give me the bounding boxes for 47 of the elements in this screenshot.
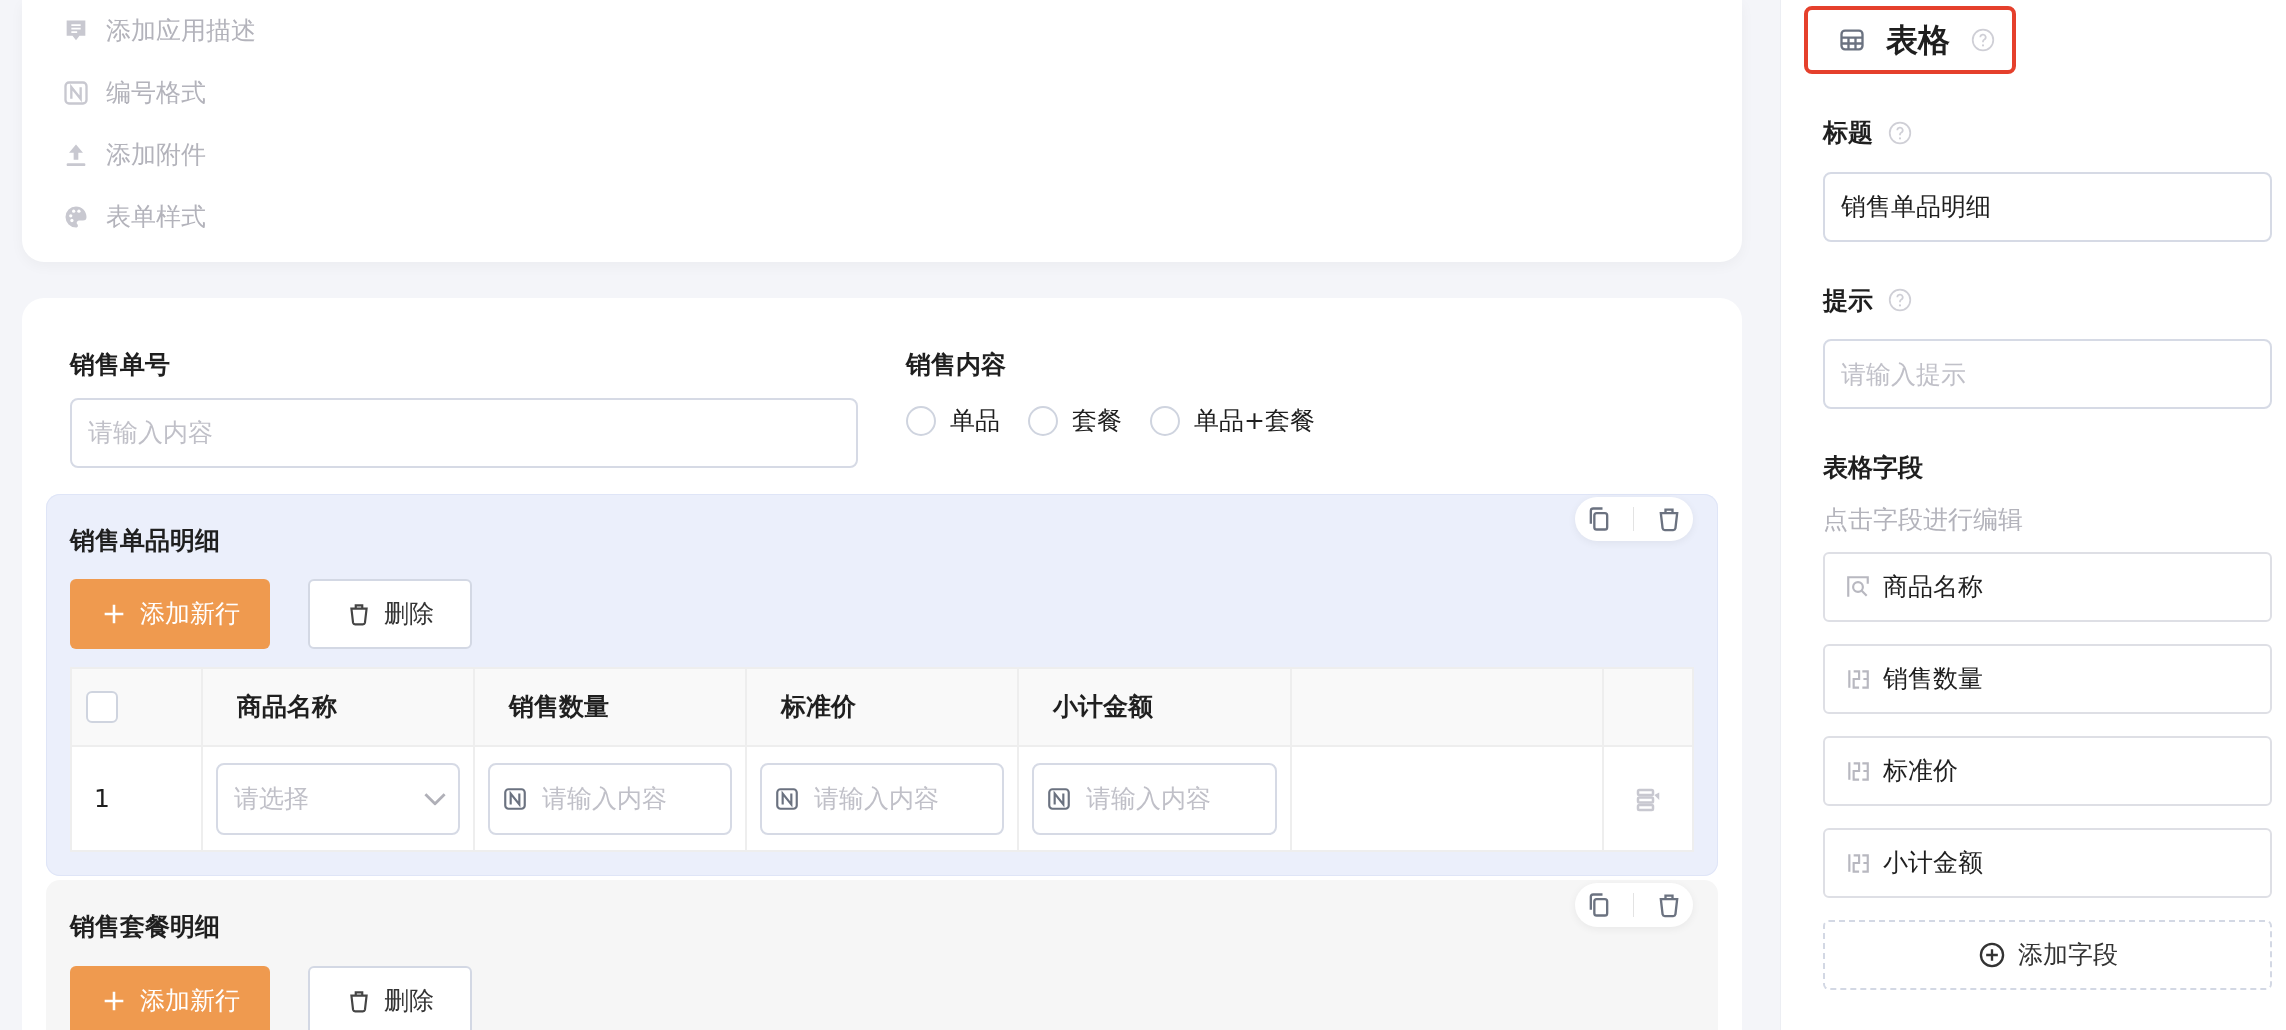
radio-button[interactable] — [906, 405, 936, 436]
search-field-icon — [1845, 574, 1871, 600]
radio-label: 单品 — [950, 404, 1000, 437]
column-header: 商品名称 — [237, 692, 337, 722]
help-icon[interactable] — [1970, 27, 1996, 53]
row-number: 1 — [94, 783, 110, 813]
chevron-down-icon — [424, 792, 446, 805]
field-label: 提示 — [1823, 284, 1873, 317]
radio-button[interactable] — [1150, 405, 1180, 436]
hint-text: 点击字段进行编辑 — [1823, 503, 2024, 536]
radio-label: 单品+套餐 — [1194, 404, 1315, 437]
column-header: 小计金额 — [1053, 692, 1153, 722]
help-icon[interactable] — [1887, 287, 1913, 314]
subtable-title: 销售单品明细 — [70, 524, 221, 557]
select-field[interactable]: 请选择 — [216, 762, 460, 835]
input-field[interactable]: 请输入提示 — [1823, 339, 2272, 409]
field-item[interactable]: 销售数量 — [1823, 644, 2272, 714]
input-field[interactable]: 请输入内容 — [70, 397, 858, 468]
input-field[interactable]: 请输入内容 — [488, 762, 732, 835]
subtable-panel[interactable]: 销售单品明细 添加新行 删除 商品名称 销售数量 标准价 小计金额 1 请选择 请输入内容 请输入内容 请输入内容 — [46, 493, 1718, 876]
checkbox[interactable] — [86, 691, 118, 723]
field-item[interactable]: 标准价 — [1823, 736, 2272, 806]
add-field-button[interactable]: 添加字段 — [1823, 920, 2272, 990]
delete-button[interactable]: 删除 — [307, 579, 472, 649]
field-label: 销售单号 — [70, 349, 171, 381]
section-title: 表格字段 — [1823, 452, 1923, 484]
letter-square-icon — [62, 79, 90, 107]
subtable-panel[interactable]: 销售套餐明细 添加新行 删除 — [46, 880, 1718, 1030]
help-icon[interactable] — [1887, 119, 1913, 146]
subtable-title: 销售套餐明细 — [70, 911, 221, 943]
field-label: 标题 — [1823, 117, 1873, 149]
letter-square-icon — [1046, 785, 1072, 812]
letter-square-icon — [502, 785, 528, 812]
column-header: 销售数量 — [509, 692, 609, 722]
panel-title: 表格 — [1886, 20, 1950, 61]
input-field[interactable]: 请输入内容 — [1032, 762, 1277, 835]
delete-button[interactable]: 删除 — [307, 965, 472, 1030]
letter-square-icon — [774, 785, 800, 812]
radio-label: 套餐 — [1072, 404, 1122, 437]
input-field[interactable]: 请输入内容 — [760, 762, 1004, 835]
input-field[interactable]: 销售单品明细 — [1823, 171, 2272, 242]
radio-button[interactable] — [1028, 405, 1058, 436]
field-item[interactable]: 小计金额 — [1823, 828, 2272, 898]
field-label: 销售内容 — [906, 349, 1007, 381]
field-item[interactable]: 商品名称 — [1823, 552, 2272, 622]
column-header: 标准价 — [781, 692, 856, 722]
add-circle-icon — [1977, 941, 2006, 969]
